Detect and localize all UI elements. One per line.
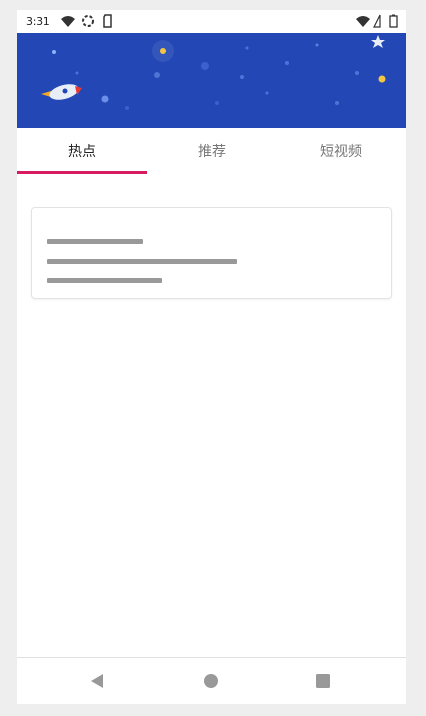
sd-card-icon <box>103 14 112 28</box>
rocket-icon <box>41 84 82 100</box>
home-circle-icon[interactable] <box>202 672 220 690</box>
wifi-signal-icon <box>356 16 370 27</box>
tab-indicator <box>17 171 147 174</box>
back-triangle-icon[interactable] <box>88 672 106 690</box>
battery-icon <box>389 14 398 28</box>
tab-short-video[interactable]: 短视频 <box>276 128 406 174</box>
tab-hot[interactable]: 热点 <box>17 128 147 174</box>
phone-screen: 3:31 热点 推荐 短视频 <box>17 10 406 704</box>
status-bar: 3:31 <box>17 10 406 33</box>
tab-recommend[interactable]: 推荐 <box>147 128 277 174</box>
loading-skeleton-card <box>31 207 392 299</box>
settings-icon <box>82 15 94 27</box>
skeleton-line <box>47 239 143 244</box>
wifi-icon <box>61 16 75 27</box>
tab-bar: 热点 推荐 短视频 <box>17 128 406 174</box>
cellular-signal-icon <box>373 14 381 28</box>
status-time: 3:31 <box>26 15 50 28</box>
header-banner <box>17 33 406 128</box>
space-illustration <box>41 35 386 110</box>
recents-square-icon[interactable] <box>314 672 332 690</box>
skeleton-line <box>47 259 237 264</box>
skeleton-line <box>47 278 162 283</box>
system-nav-bar <box>17 657 406 704</box>
